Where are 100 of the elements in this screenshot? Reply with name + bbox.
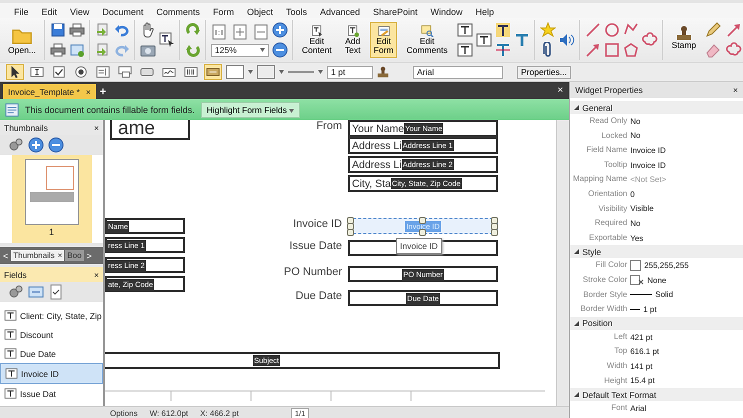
- field-list-item[interactable]: Discount: [0, 325, 103, 344]
- property-value[interactable]: Invoice ID: [630, 143, 743, 158]
- section-header[interactable]: Style: [570, 245, 743, 258]
- collapse-triangle-icon[interactable]: [574, 392, 580, 398]
- highlight-fields-button[interactable]: Highlight Form Fields: [200, 102, 300, 118]
- close-button[interactable]: ×: [733, 85, 738, 95]
- no-color-icon[interactable]: [630, 275, 644, 286]
- line-icon[interactable]: [584, 22, 601, 38]
- property-value[interactable]: 0: [630, 186, 743, 202]
- line-width-combo[interactable]: 1 pt: [327, 66, 373, 78]
- pointer-tool[interactable]: [6, 64, 24, 80]
- options-label[interactable]: Options: [110, 409, 138, 418]
- menu-item[interactable]: View: [70, 6, 90, 16]
- fill-swatch[interactable]: [226, 65, 244, 79]
- no-color-swatch[interactable]: [257, 65, 275, 79]
- menu-item[interactable]: SharePoint: [373, 6, 418, 16]
- next-tab-button[interactable]: >: [84, 250, 94, 260]
- property-value[interactable]: Invoice ID: [630, 158, 743, 172]
- dropdown-arrow-icon[interactable]: [260, 48, 265, 52]
- close-button[interactable]: ×: [94, 122, 99, 132]
- collapse-triangle-icon[interactable]: [574, 249, 580, 254]
- font-combo[interactable]: Arial: [413, 66, 503, 78]
- cloud-icon[interactable]: [726, 42, 742, 58]
- collapse-triangle-icon[interactable]: [574, 320, 580, 326]
- square-icon[interactable]: [604, 42, 620, 58]
- list-icon[interactable]: [28, 284, 44, 300]
- zoom-combo[interactable]: 125%: [210, 44, 269, 56]
- scrollbar[interactable]: [556, 120, 570, 406]
- section-header[interactable]: General: [570, 101, 743, 114]
- close-button[interactable]: ×: [557, 85, 564, 96]
- zoom-out-icon[interactable]: [48, 137, 64, 153]
- property-value[interactable]: No: [630, 216, 743, 231]
- line-style-icon[interactable]: [288, 70, 314, 74]
- previous-tab-button[interactable]: <: [1, 250, 10, 260]
- menu-item[interactable]: Advanced: [320, 6, 360, 16]
- color-swatch[interactable]: [630, 260, 642, 272]
- text-box-icon[interactable]: [456, 22, 473, 38]
- barcode-tool[interactable]: [182, 64, 200, 80]
- caret-icon[interactable]: [289, 108, 294, 112]
- properties-button[interactable]: Properties...: [517, 66, 571, 78]
- property-value[interactable]: 1 pt: [630, 302, 743, 317]
- toolbar-button[interactable]: Edit Content: [298, 22, 336, 58]
- page-icon[interactable]: [232, 24, 248, 40]
- strikethrough-icon[interactable]: [494, 42, 511, 58]
- toolbar-button[interactable]: Add Text: [340, 22, 365, 58]
- panel-tab[interactable]: Thumbnails ×: [11, 250, 64, 261]
- star-icon[interactable]: [540, 22, 556, 38]
- text-box-icon[interactable]: [476, 32, 492, 48]
- toolbar-button[interactable]: Edit Form: [370, 22, 398, 58]
- zoom-in-icon[interactable]: [28, 137, 44, 153]
- field-list-item[interactable]: Client: City, State, Zip: [0, 306, 103, 325]
- speaker-icon[interactable]: [558, 32, 575, 48]
- cloud-icon[interactable]: [642, 32, 658, 48]
- gears-icon[interactable]: [8, 284, 24, 300]
- collapse-triangle-icon[interactable]: [574, 105, 580, 110]
- property-value[interactable]: 421 pt: [630, 330, 743, 344]
- combo-box-tool[interactable]: [116, 64, 134, 80]
- printer-icon[interactable]: [50, 42, 66, 58]
- menu-item[interactable]: Form: [212, 6, 234, 16]
- open-button[interactable]: Open...: [4, 22, 40, 58]
- toolbar-button[interactable]: Edit Comments: [402, 22, 452, 58]
- section-header[interactable]: Position: [570, 316, 743, 330]
- page-icon[interactable]: [252, 24, 269, 40]
- dropdown-arrow-icon[interactable]: [279, 70, 284, 74]
- menu-item[interactable]: Object: [246, 6, 273, 16]
- text-field-tool[interactable]: [28, 64, 46, 80]
- arrow-icon[interactable]: [584, 42, 601, 58]
- property-value[interactable]: No: [630, 114, 743, 129]
- close-tab-button[interactable]: ×: [86, 86, 91, 96]
- stamp-button[interactable]: Stamp: [668, 22, 700, 58]
- list-box-tool[interactable]: [94, 64, 112, 80]
- property-value[interactable]: 616.1 pt: [630, 344, 743, 359]
- close-button[interactable]: ×: [94, 270, 99, 280]
- field-list-item[interactable]: Invoice ID: [0, 363, 103, 384]
- section-header[interactable]: Default Text Format: [570, 388, 743, 402]
- property-value[interactable]: Solid: [630, 288, 743, 302]
- page-icon[interactable]: [210, 24, 227, 40]
- menu-item[interactable]: Comments: [156, 6, 200, 16]
- save-icon[interactable]: [50, 22, 66, 38]
- field-list-item[interactable]: Due Date: [0, 344, 103, 363]
- property-value[interactable]: 255,255,255: [630, 258, 743, 273]
- polygon-icon[interactable]: [622, 42, 639, 58]
- pencil-icon[interactable]: [705, 22, 722, 38]
- property-value[interactable]: 15.4 pt: [630, 374, 743, 388]
- stamp-icon[interactable]: [377, 66, 389, 78]
- field-list-item[interactable]: Issue Dat: [0, 384, 103, 403]
- property-value[interactable]: 141 pt: [630, 358, 743, 374]
- circle-icon[interactable]: [604, 22, 620, 38]
- checklist-icon[interactable]: [48, 284, 64, 300]
- document-tab[interactable]: Invoice_Template * ×: [3, 84, 96, 99]
- zoom-out-icon[interactable]: [272, 42, 288, 58]
- zoom-in-icon[interactable]: [272, 22, 288, 38]
- dropdown-arrow-icon[interactable]: [318, 70, 323, 74]
- menu-item[interactable]: Tools: [286, 6, 307, 16]
- menu-item[interactable]: Window: [430, 6, 463, 16]
- menu-item[interactable]: Edit: [42, 6, 58, 16]
- panel-tab[interactable]: Boo: [65, 250, 84, 261]
- new-tab-button[interactable]: +: [100, 86, 106, 98]
- text-box-icon[interactable]: [456, 42, 473, 58]
- text-icon[interactable]: [494, 22, 511, 38]
